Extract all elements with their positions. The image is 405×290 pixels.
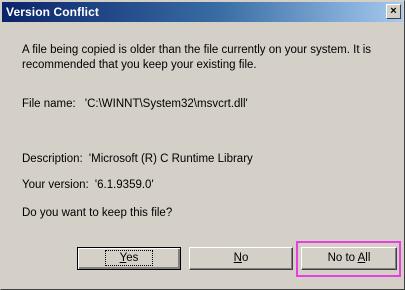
version-label: Your version: (22, 179, 89, 191)
file-name-row: File name: 'C:\WINNT\System32\msvcrt.dll… (22, 98, 248, 110)
yes-button-label: Yes (104, 250, 154, 266)
version-conflict-dialog: Version Conflict × A file being copied i… (0, 0, 405, 290)
keep-file-question: Do you want to keep this file? (22, 207, 173, 219)
no-to-all-button[interactable]: No to All (301, 247, 397, 270)
no-to-all-button-label: No to All (327, 252, 371, 264)
dialog-title: Version Conflict (6, 5, 99, 19)
version-value: '6.1.9359.0' (94, 179, 154, 191)
conflict-message: A file being copied is older than the fi… (22, 44, 372, 71)
file-name-label: File name: (22, 98, 76, 110)
no-button-label: No (233, 252, 249, 264)
version-row: Your version: '6.1.9359.0' (22, 179, 154, 191)
title-bar[interactable]: Version Conflict × (2, 2, 403, 22)
description-row: Description: 'Microsoft (R) C Runtime Li… (22, 153, 253, 165)
file-name-value: 'C:\WINNT\System32\msvcrt.dll' (84, 98, 248, 110)
description-label: Description: (22, 153, 83, 165)
close-icon: × (390, 5, 397, 17)
close-button[interactable]: × (386, 4, 401, 19)
yes-button[interactable]: Yes (77, 247, 181, 270)
no-button[interactable]: No (189, 247, 293, 270)
description-value: 'Microsoft (R) C Runtime Library (88, 153, 253, 165)
